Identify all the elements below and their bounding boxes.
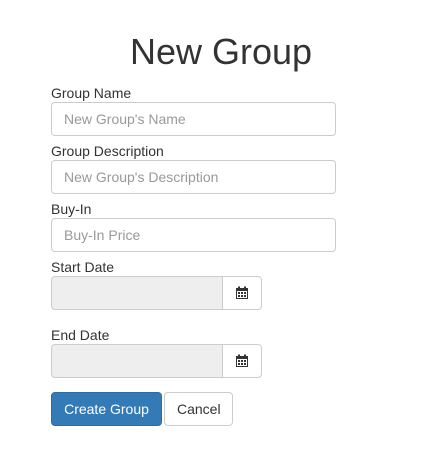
create-group-button[interactable]: Create Group [51, 392, 162, 426]
group-description-input[interactable] [51, 160, 336, 194]
buy-in-label: Buy-In [51, 201, 92, 217]
calendar-icon [236, 286, 248, 299]
end-date-label: End Date [51, 327, 110, 343]
group-name-input[interactable] [51, 102, 336, 136]
start-date-label: Start Date [51, 259, 115, 275]
start-date-picker-button[interactable] [222, 276, 262, 310]
start-date-input[interactable] [51, 276, 222, 310]
start-date-group [51, 276, 262, 310]
group-name-label: Group Name [51, 85, 132, 101]
end-date-picker-button[interactable] [222, 344, 262, 378]
calendar-icon [236, 354, 248, 367]
buy-in-input[interactable] [51, 218, 336, 252]
end-date-input[interactable] [51, 344, 222, 378]
cancel-button[interactable]: Cancel [164, 392, 233, 426]
group-description-label: Group Description [51, 143, 164, 159]
page-title: New Group [129, 31, 313, 72]
end-date-group [51, 344, 262, 378]
